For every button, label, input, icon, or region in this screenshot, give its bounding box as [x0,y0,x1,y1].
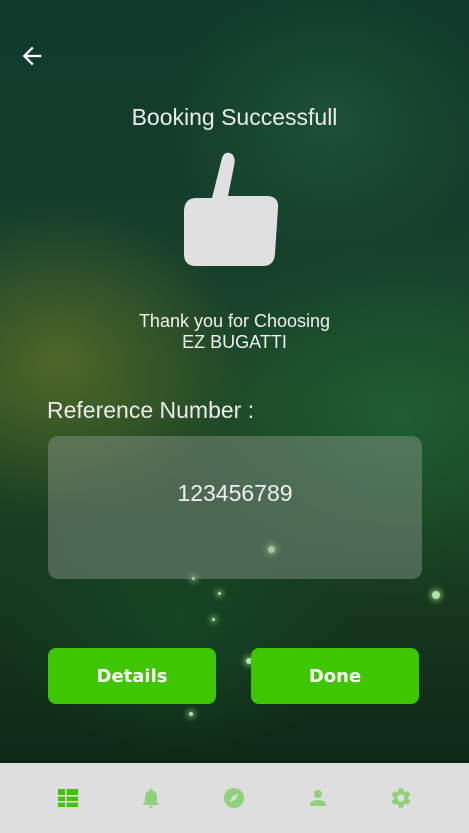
dashboard-icon [57,789,78,807]
compass-icon [224,788,245,808]
arrow-left-icon [22,46,42,66]
nav-profile[interactable] [296,776,340,820]
reference-number-box: 123456789 [48,436,422,579]
thank-you-message: Thank you for Choosing EZ BUGATTI [0,311,469,353]
booking-success-screen: Booking Successfull Thank you for Choosi… [0,0,469,833]
reference-number-value: 123456789 [177,480,293,506]
done-button[interactable]: Done [251,648,419,704]
nav-settings[interactable] [379,776,423,820]
nav-explore[interactable] [212,776,256,820]
brand-name: EZ BUGATTI [182,332,287,352]
gear-icon [391,788,411,808]
thank-you-line: Thank you for Choosing [138,311,331,331]
reference-number-label: Reference Number : [47,397,255,423]
bottom-navigation [0,763,469,833]
nav-dashboard[interactable] [46,776,90,820]
sparkle-decoration [218,592,221,595]
thumbs-up-icon [180,150,282,270]
nav-notifications[interactable] [129,776,173,820]
sparkle-decoration [189,712,193,716]
bell-icon [143,788,160,808]
person-icon [309,790,326,806]
sparkle-decoration [432,591,440,599]
page-title: Booking Successfull [131,104,338,130]
sparkle-decoration [212,618,215,621]
back-button[interactable] [18,42,46,70]
details-button[interactable]: Details [48,648,216,704]
